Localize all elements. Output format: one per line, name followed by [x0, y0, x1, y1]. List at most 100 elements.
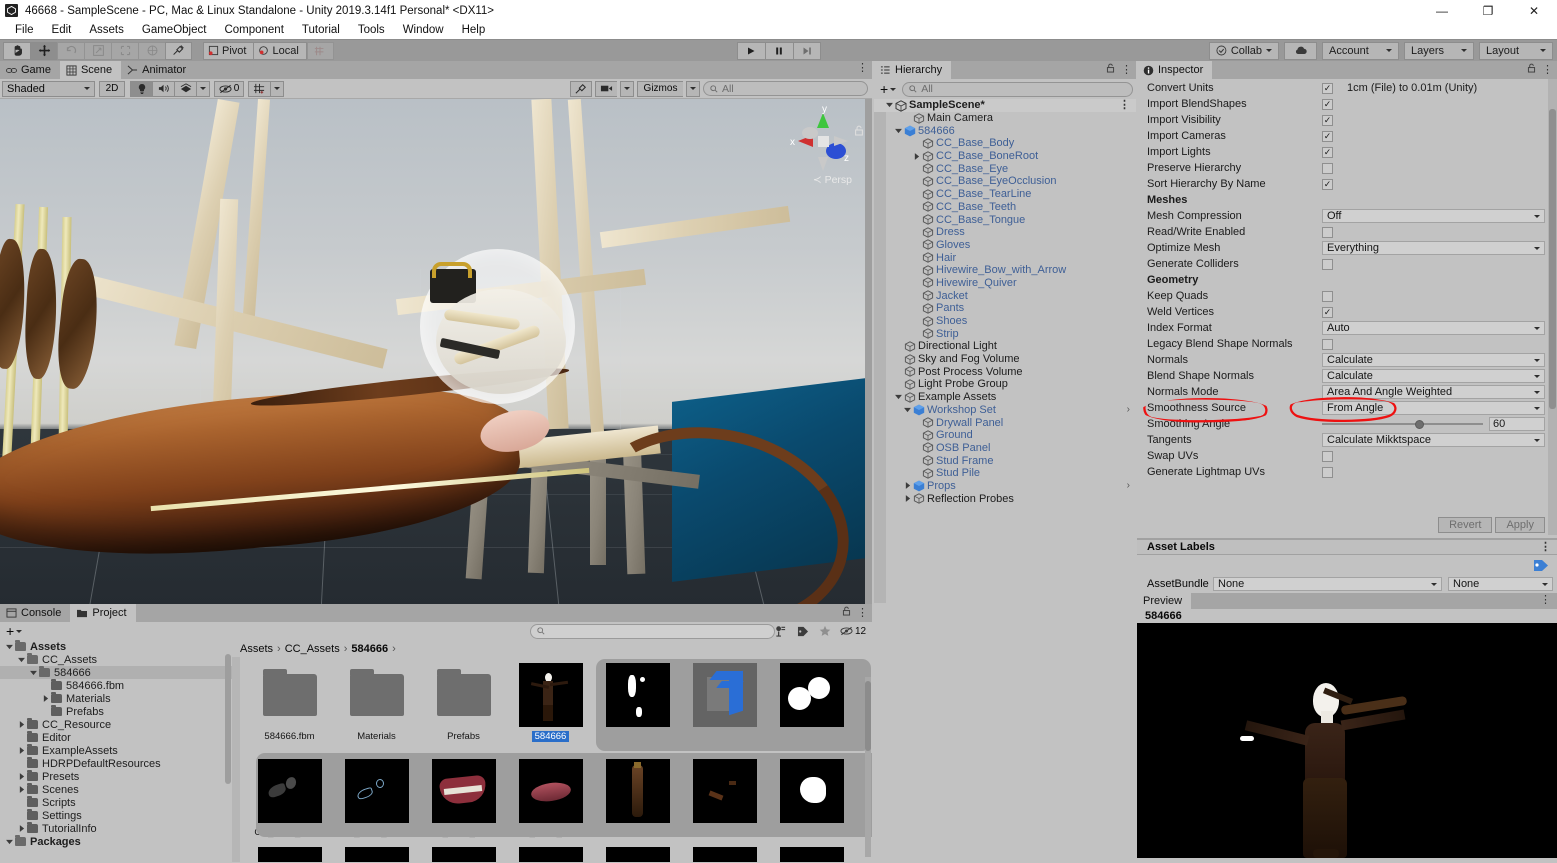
inspector-dropdown[interactable]: Calculate Mikktspace	[1322, 433, 1545, 447]
step-button[interactable]	[792, 41, 821, 60]
move-tool-button[interactable]	[30, 41, 57, 60]
save-search-icon[interactable]	[770, 623, 791, 639]
project-options-kebab-icon[interactable]: ⋮	[857, 607, 868, 618]
inspector-checkbox[interactable]	[1322, 338, 1333, 350]
menu-window[interactable]: Window	[394, 21, 453, 39]
hierarchy-create-button[interactable]: +	[877, 81, 899, 97]
asset-labels-kebab-icon[interactable]: ⋮	[1540, 542, 1551, 553]
hierarchy-row[interactable]: SampleScene* ⋮	[874, 99, 1136, 112]
inspector-checkbox[interactable]	[1322, 162, 1333, 174]
shading-mode-dropdown[interactable]: Shaded	[2, 80, 95, 97]
project-tree-row[interactable]: CC_Assets	[0, 653, 232, 666]
inspector-checkbox[interactable]	[1322, 114, 1333, 126]
tab-preview[interactable]: Preview	[1137, 593, 1192, 609]
gizmos-button[interactable]: Gizmos	[637, 80, 683, 97]
inspector-checkbox[interactable]	[1322, 306, 1333, 318]
layout-button[interactable]: Layout	[1479, 41, 1553, 60]
project-tree-row[interactable]: ExampleAssets	[0, 744, 232, 757]
project-tree-row[interactable]: Scripts	[0, 796, 232, 809]
hierarchy-row[interactable]: Dress	[874, 226, 1136, 239]
project-tree-row[interactable]: HDRPDefaultResources	[0, 757, 232, 770]
hierarchy-search-input[interactable]: All	[902, 81, 1133, 97]
breadcrumb[interactable]: Assets › CC_Assets › 584666 ›	[232, 640, 872, 657]
project-tree-row[interactable]: CC_Resource	[0, 718, 232, 731]
project-asset-item[interactable]	[681, 841, 768, 862]
hierarchy-row[interactable]: Jacket	[874, 289, 1136, 302]
inspector-slider[interactable]	[1322, 417, 1483, 431]
inspector-dropdown[interactable]: Area And Angle Weighted	[1322, 385, 1545, 399]
twisty-down-icon[interactable]	[884, 102, 895, 108]
scale-tool-button[interactable]	[84, 41, 111, 60]
hierarchy-row[interactable]: Gloves	[874, 239, 1136, 252]
project-asset-item[interactable]: Materials	[333, 657, 420, 753]
tab-project[interactable]: Project	[70, 604, 136, 622]
inspector-dropdown[interactable]: From Angle	[1322, 401, 1545, 415]
twisty-right-icon[interactable]	[16, 786, 27, 793]
scene-camera-dropdown[interactable]	[620, 80, 634, 97]
tab-scene[interactable]: Scene	[59, 61, 122, 79]
inspector-dropdown[interactable]: Auto	[1322, 321, 1545, 335]
hierarchy-row[interactable]: CC_Base_Tongue	[874, 213, 1136, 226]
scene-viewport[interactable]: y x z ≺ Persp	[0, 99, 872, 622]
pivot-toggle-button[interactable]: Pivot	[203, 41, 254, 60]
gizmos-dropdown[interactable]	[686, 80, 700, 97]
scene-tools-button[interactable]	[570, 80, 592, 97]
local-toggle-button[interactable]: Local	[253, 41, 307, 60]
twisty-right-icon[interactable]	[902, 482, 913, 490]
inspector-lock-icon[interactable]	[1527, 63, 1536, 76]
project-tree-row[interactable]: Packages	[0, 835, 232, 848]
favorite-icon[interactable]	[814, 623, 835, 639]
project-asset-item[interactable]	[333, 841, 420, 862]
inspector-checkbox[interactable]	[1322, 290, 1333, 302]
assetbundle-dropdown[interactable]: None	[1213, 577, 1442, 591]
hidden-count-icon[interactable]: 12	[836, 623, 870, 639]
inspector-checkbox[interactable]	[1322, 258, 1333, 270]
project-tree-row[interactable]: Scenes	[0, 783, 232, 796]
scene-fx-dropdown[interactable]	[196, 80, 210, 97]
hierarchy-row[interactable]: Hivewire_Bow_with_Arrow	[874, 264, 1136, 277]
menu-assets[interactable]: Assets	[80, 21, 133, 39]
project-asset-grid[interactable]: 584666.fbmMaterialsPrefabs584666CC_Base_…	[232, 657, 872, 862]
scene-options-kebab-icon[interactable]: ⋮	[857, 63, 868, 74]
project-asset-item[interactable]	[507, 841, 594, 862]
hierarchy-row[interactable]: CC_Base_TearLine	[874, 188, 1136, 201]
scene-fx-button[interactable]	[174, 80, 196, 97]
minimize-button[interactable]: —	[1419, 0, 1465, 21]
breadcrumb-item[interactable]: 584666	[351, 643, 388, 655]
menu-gameobject[interactable]: GameObject	[133, 21, 216, 39]
inspector-scrollbar[interactable]	[1548, 79, 1557, 551]
tab-hierarchy[interactable]: Hierarchy	[874, 61, 952, 79]
hierarchy-row[interactable]: 584666	[874, 124, 1136, 137]
inspector-checkbox[interactable]	[1322, 226, 1333, 238]
project-tree-row[interactable]: Assets	[0, 640, 232, 653]
prefab-open-arrow-icon[interactable]: ›	[1127, 404, 1130, 415]
project-tree-row[interactable]: 584666	[0, 666, 232, 679]
inspector-number-field[interactable]: 60	[1489, 417, 1545, 431]
twisty-down-icon[interactable]	[893, 128, 904, 134]
twisty-down-icon[interactable]	[893, 394, 904, 400]
menu-component[interactable]: Component	[215, 21, 292, 39]
inspector-properties[interactable]: Convert Units 1cm (File) to 0.01m (Unity)…	[1137, 79, 1557, 551]
scene-camera-button[interactable]	[595, 80, 617, 97]
hierarchy-lock-icon[interactable]	[1106, 63, 1115, 76]
inspector-checkbox[interactable]	[1322, 178, 1333, 190]
project-create-button[interactable]: +	[3, 623, 25, 639]
transform-tool-button[interactable]	[138, 41, 165, 60]
play-button[interactable]	[736, 41, 765, 60]
inspector-checkbox[interactable]	[1322, 466, 1333, 478]
scene-orientation-gizmo[interactable]: y x z	[784, 103, 862, 181]
menu-help[interactable]: Help	[453, 21, 495, 39]
pause-button[interactable]	[764, 41, 793, 60]
tab-console[interactable]: Console	[0, 604, 71, 622]
inspector-dropdown[interactable]: Calculate	[1322, 369, 1545, 383]
hierarchy-row[interactable]: Sky and Fog Volume	[874, 353, 1136, 366]
project-tree-row[interactable]: Prefabs	[0, 705, 232, 718]
rect-tool-button[interactable]	[111, 41, 138, 60]
hand-tool-button[interactable]	[3, 41, 30, 60]
project-tree-row[interactable]: TutorialInfo	[0, 822, 232, 835]
twisty-right-icon[interactable]	[16, 747, 27, 754]
menu-tools[interactable]: Tools	[349, 21, 394, 39]
revert-button[interactable]: Revert	[1438, 517, 1493, 533]
hierarchy-row[interactable]: Hivewire_Quiver	[874, 277, 1136, 290]
project-asset-item[interactable]	[420, 841, 507, 862]
